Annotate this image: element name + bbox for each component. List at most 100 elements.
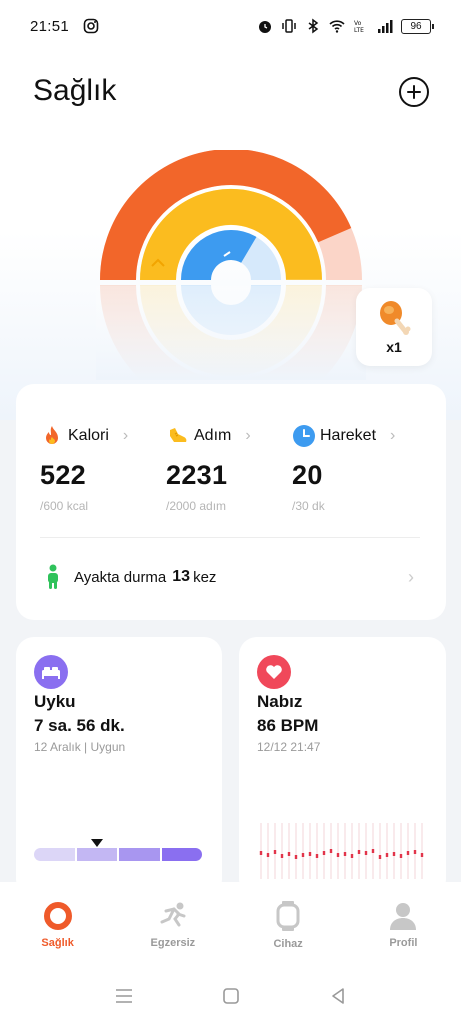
- standing-count: 13: [172, 568, 191, 585]
- wifi-icon: [329, 20, 345, 33]
- sparkline-point: [350, 854, 354, 858]
- sparkline-point: [413, 850, 417, 854]
- sparkline-point: [287, 852, 291, 856]
- nav-exercise[interactable]: Egzersiz: [115, 882, 230, 968]
- sparkline-point: [371, 849, 375, 853]
- chicken-leg-icon: [380, 301, 411, 335]
- nav-health[interactable]: Sağlık: [0, 882, 115, 968]
- calorie-goal: /600 kcal: [40, 499, 89, 513]
- sparkline-point: [343, 852, 347, 856]
- sparkline-point: [315, 854, 319, 858]
- steps-label: Adım: [194, 427, 232, 444]
- sleep-date: 12 Aralık | Uygun: [34, 740, 126, 754]
- bluetooth-icon: [308, 18, 319, 34]
- menu-icon[interactable]: [114, 988, 134, 1004]
- sparkline-point: [399, 854, 403, 858]
- back-icon[interactable]: [329, 987, 347, 1005]
- vibrate-icon: [282, 19, 296, 33]
- heart-rate-title: Nabız: [257, 692, 303, 711]
- sparkline-point: [259, 851, 263, 855]
- chevron-right-icon: ›: [390, 427, 396, 444]
- sparkline-point: [336, 853, 340, 857]
- clock-icon: [293, 425, 315, 447]
- move-metric[interactable]: Hareket › 20 /30 dk: [292, 422, 412, 513]
- chevron-right-icon: ›: [122, 427, 129, 444]
- heart-rate-card[interactable]: Nabız 86 BPM 12/12 21:47: [239, 637, 446, 897]
- sparkline-point: [385, 853, 389, 857]
- battery-level: 96: [410, 20, 422, 32]
- health-ring-icon: [43, 902, 72, 930]
- heart-rate-sparkline: [259, 823, 424, 879]
- sparkline-point: [329, 849, 333, 853]
- sparkline-point: [392, 852, 396, 856]
- sparkline-point: [266, 853, 270, 857]
- volte-icon: Vo LTE: [354, 20, 364, 34]
- calorie-value: 522: [40, 460, 86, 490]
- sparkline-point: [378, 855, 382, 859]
- calorie-metric[interactable]: Kalori › 522 /600 kcal: [40, 422, 160, 513]
- watch-icon: [276, 901, 300, 931]
- svg-text:LTE: LTE: [354, 27, 364, 34]
- nav-device-label: Cihaz: [273, 938, 303, 950]
- add-button[interactable]: [399, 77, 429, 107]
- instagram-icon: [83, 18, 99, 34]
- nav-profile-label: Profil: [389, 937, 418, 949]
- sparkline-point: [357, 850, 361, 854]
- heart-icon: [257, 655, 291, 689]
- bed-icon: [34, 655, 68, 689]
- sparkline-point: [406, 851, 410, 855]
- move-value: 20: [292, 460, 323, 490]
- sleep-title: Uyku: [34, 692, 76, 711]
- alarm-icon: [259, 21, 271, 33]
- sparkline-point: [301, 853, 305, 857]
- divider: [40, 537, 420, 538]
- food-card[interactable]: x1: [356, 288, 432, 366]
- activity-rings[interactable]: [96, 150, 366, 380]
- nav-health-label: Sağlık: [41, 937, 74, 949]
- calorie-label: Kalori: [68, 427, 109, 444]
- sparkline-point: [308, 852, 312, 856]
- steps-value: 2231: [166, 460, 228, 490]
- sleep-segment: [161, 848, 202, 861]
- food-count: x1: [386, 339, 402, 355]
- status-time: 21:51: [30, 17, 70, 35]
- home-icon[interactable]: [222, 987, 240, 1005]
- page-title: Sağlık: [33, 74, 117, 107]
- bottom-navigation: Sağlık Egzersiz Cihaz Profil: [0, 882, 461, 968]
- move-ring: [181, 230, 257, 281]
- steps-metric[interactable]: Adım › 2231 /2000 adım: [166, 422, 286, 513]
- nav-device[interactable]: Cihaz: [231, 882, 346, 968]
- sparkline-point: [280, 854, 284, 858]
- standing-label: Ayakta durma: [74, 568, 167, 586]
- sleep-segment: [76, 848, 117, 861]
- steps-goal: /2000 adım: [166, 499, 227, 513]
- sleep-segment: [34, 848, 75, 861]
- battery-indicator: 96: [401, 18, 434, 34]
- heart-rate-time: 12/12 21:47: [257, 740, 321, 754]
- shoe-icon: [170, 428, 187, 442]
- status-bar: 21:51 Vo LTE 96: [0, 0, 461, 52]
- activity-summary-card: Kalori › 522 /600 kcal Adım › 2231 /2000…: [16, 384, 446, 620]
- flame-icon: [46, 426, 58, 444]
- sleep-segment: [119, 848, 160, 861]
- sparkline-point: [273, 850, 277, 854]
- sleep-quality-bar: [34, 848, 202, 861]
- sparkline-point: [420, 853, 424, 857]
- sparkline-point: [294, 855, 298, 859]
- signal-icon: [378, 20, 393, 33]
- sleep-duration: 7 sa. 56 dk.: [34, 716, 125, 735]
- system-navigation-bar: [0, 968, 461, 1024]
- standing-unit: kez: [193, 568, 217, 586]
- move-label: Hareket: [320, 427, 377, 444]
- person-icon: [390, 903, 417, 930]
- sparkline-point: [364, 851, 368, 855]
- chevron-right-icon: ›: [245, 427, 251, 444]
- sleep-quality-marker: [91, 839, 103, 847]
- sleep-card[interactable]: Uyku 7 sa. 56 dk. 12 Aralık | Uygun: [16, 637, 222, 897]
- running-icon: [160, 902, 186, 927]
- heart-rate-value: 86 BPM: [257, 716, 319, 735]
- sparkline-point: [322, 851, 326, 855]
- standing-row[interactable]: Ayakta durma 13 kez ›: [44, 562, 414, 592]
- chevron-right-icon: ›: [408, 566, 414, 587]
- nav-profile[interactable]: Profil: [346, 882, 461, 968]
